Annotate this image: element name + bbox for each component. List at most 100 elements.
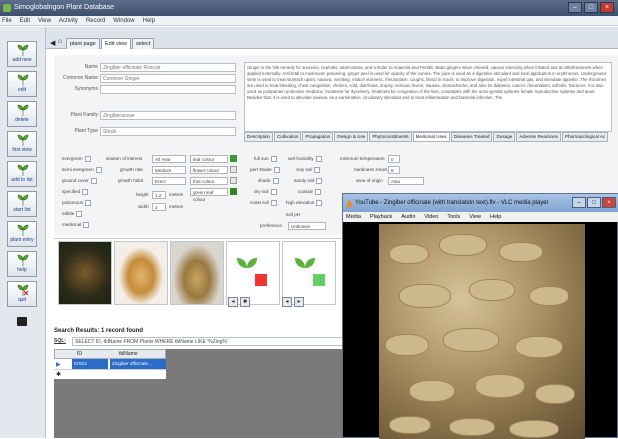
- growth-rate-select[interactable]: Medium: [152, 166, 186, 174]
- maximize-button[interactable]: □: [584, 2, 598, 13]
- description-text[interactable]: Ginger is the folk remedy for anorexia, …: [244, 62, 612, 132]
- vlc-menu-playback[interactable]: Playback: [370, 212, 392, 222]
- minimize-button[interactable]: –: [568, 2, 582, 13]
- hardiness-field[interactable]: 8: [388, 166, 400, 174]
- tab-diseases-treated[interactable]: Diseases Treated: [450, 132, 493, 142]
- ginger-sprout-diagram-2[interactable]: [282, 241, 336, 305]
- sidebar-add-to-list[interactable]: add to list: [7, 161, 37, 187]
- sql-input[interactable]: SELECT ID, tblName FROM Plants WHERE tbl…: [72, 337, 344, 346]
- tab-description[interactable]: Description: [244, 132, 273, 142]
- vlc-maximize-button[interactable]: □: [587, 197, 601, 208]
- tab-scroll-left-icon[interactable]: ◀: [50, 39, 55, 47]
- green-leaf-colour-select[interactable]: green leaf colour: [190, 188, 228, 202]
- edible-option[interactable]: edible: [62, 211, 83, 217]
- width-field[interactable]: 2: [152, 203, 166, 211]
- sidebar-start-list[interactable]: start list: [7, 191, 37, 217]
- area-origin-select[interactable]: Asia: [388, 177, 424, 185]
- ginger-sprout-diagram-1[interactable]: [226, 241, 280, 305]
- tab-medicinal-uses[interactable]: Medicinal Uses: [412, 132, 450, 142]
- vlc-menu-media[interactable]: Media: [346, 212, 361, 222]
- semi-evergreen-option[interactable]: semi evergreen: [62, 167, 102, 173]
- dry-soil-option[interactable]: dry soil: [254, 189, 277, 195]
- menu-window[interactable]: Window: [113, 16, 134, 25]
- sidebar-add-new[interactable]: add new: [7, 41, 37, 67]
- ground-cover-option[interactable]: ground cover: [62, 178, 97, 184]
- tab-phytoconstituents[interactable]: Phytoconstituents: [369, 132, 412, 142]
- part-shade-option[interactable]: part shade: [250, 167, 280, 173]
- tab-dosage[interactable]: Dosage: [493, 132, 516, 142]
- name-field[interactable]: Zingiber officinale Roscoe: [100, 63, 236, 72]
- specified-option[interactable]: specified: [62, 189, 89, 195]
- menu-file[interactable]: File: [2, 16, 12, 25]
- new-row[interactable]: ✱: [54, 369, 166, 379]
- tab-adverse-reactions[interactable]: Adverse Reactions: [516, 132, 561, 142]
- sidebar-delete[interactable]: delete: [7, 101, 37, 127]
- ginger-photo-2[interactable]: [114, 241, 168, 305]
- min-temp-field[interactable]: 0: [388, 155, 400, 163]
- vlc-menu-view[interactable]: View: [469, 212, 481, 222]
- ginger-photo-3[interactable]: [170, 241, 224, 305]
- sidebar-plant-entry[interactable]: plant entry: [7, 221, 37, 247]
- sidebar-first-view[interactable]: first view: [7, 131, 37, 157]
- plant-type-select[interactable]: Shrub: [100, 127, 236, 136]
- vlc-menu-help[interactable]: Help: [490, 212, 501, 222]
- media-stop-icon[interactable]: ■: [240, 297, 250, 307]
- ph-preference-select[interactable]: Unknown: [288, 222, 326, 230]
- green-leaf-colour-swatch[interactable]: [230, 188, 237, 195]
- fruit-colour-select[interactable]: fruit colour: [190, 177, 228, 185]
- tab-edit-view[interactable]: Edit view: [101, 38, 132, 49]
- vlc-menu-audio[interactable]: Audio: [401, 212, 415, 222]
- flower-colour-swatch[interactable]: [230, 166, 237, 173]
- sidebar-help[interactable]: help: [7, 251, 37, 277]
- col-name[interactable]: tblName: [119, 351, 138, 357]
- home-icon[interactable]: ⌂: [58, 38, 62, 45]
- growth-habit-select[interactable]: Erect: [152, 177, 186, 185]
- tab-design-use[interactable]: Design & Use: [334, 132, 369, 142]
- media-prev-icon[interactable]: ◂: [228, 297, 238, 307]
- full-sun-option[interactable]: full sun: [254, 156, 277, 162]
- sidebar-edit[interactable]: edit: [7, 71, 37, 97]
- wet-humidity-option[interactable]: wet humidity: [288, 156, 322, 162]
- coastal-option[interactable]: coastal: [298, 189, 321, 195]
- sandy-soil-option[interactable]: sandy soil: [294, 178, 323, 184]
- close-button[interactable]: ×: [600, 2, 614, 13]
- high-elevation-option[interactable]: high elevation: [286, 200, 323, 206]
- clay-soil-option[interactable]: clay soil: [296, 167, 321, 173]
- poisonous-option[interactable]: poisonous: [62, 200, 91, 206]
- leaf-colour-swatch[interactable]: [230, 155, 237, 162]
- moist-soil-option[interactable]: moist soil: [250, 200, 278, 206]
- sidebar-quit[interactable]: quit: [7, 281, 37, 307]
- row-id[interactable]: 57612: [72, 359, 108, 369]
- media-play-icon[interactable]: ▸: [294, 297, 304, 307]
- plant-family-select[interactable]: Zingiberaceae: [100, 111, 236, 120]
- menu-view[interactable]: View: [38, 16, 51, 25]
- menu-edit[interactable]: Edit: [20, 16, 30, 25]
- leaf-colour-select[interactable]: leaf colour: [190, 155, 228, 163]
- vlc-menu-tools[interactable]: Tools: [447, 212, 460, 222]
- video-frame-ginger-pile[interactable]: [379, 224, 585, 439]
- vlc-close-button[interactable]: ×: [602, 197, 616, 208]
- fruit-colour-swatch[interactable]: [230, 177, 237, 184]
- col-id[interactable]: ID: [77, 351, 82, 357]
- height-field[interactable]: 1.2: [152, 191, 166, 199]
- row-name[interactable]: Zingiber officinale...: [110, 359, 166, 369]
- flower-colour-select[interactable]: flower colour: [190, 166, 228, 174]
- menu-activity[interactable]: Activity: [59, 16, 78, 25]
- table-row[interactable]: ▶ 57612 Zingiber officinale...: [54, 359, 166, 369]
- evergreen-option[interactable]: evergreen: [62, 156, 91, 162]
- menu-help[interactable]: Help: [143, 16, 155, 25]
- ginger-photo-1[interactable]: [58, 241, 112, 305]
- tab-plant-page[interactable]: plant page: [66, 38, 100, 49]
- season-select[interactable]: All Year: [152, 155, 186, 163]
- exit-door-icon[interactable]: [17, 317, 27, 326]
- tab-pharmacological[interactable]: Pharmacological Ac: [561, 132, 609, 142]
- vlc-menu-video[interactable]: Video: [424, 212, 438, 222]
- media-back-icon[interactable]: ◂: [282, 297, 292, 307]
- tab-propagation[interactable]: Propagation: [302, 132, 334, 142]
- tab-cultivation[interactable]: Cultivation: [273, 132, 302, 142]
- synonyms-field[interactable]: [100, 85, 236, 94]
- menu-record[interactable]: Record: [86, 16, 105, 25]
- common-name-field[interactable]: Common Ginger: [100, 74, 236, 83]
- tab-select[interactable]: select: [132, 38, 155, 49]
- medicinal-option[interactable]: medicinal: [62, 222, 90, 228]
